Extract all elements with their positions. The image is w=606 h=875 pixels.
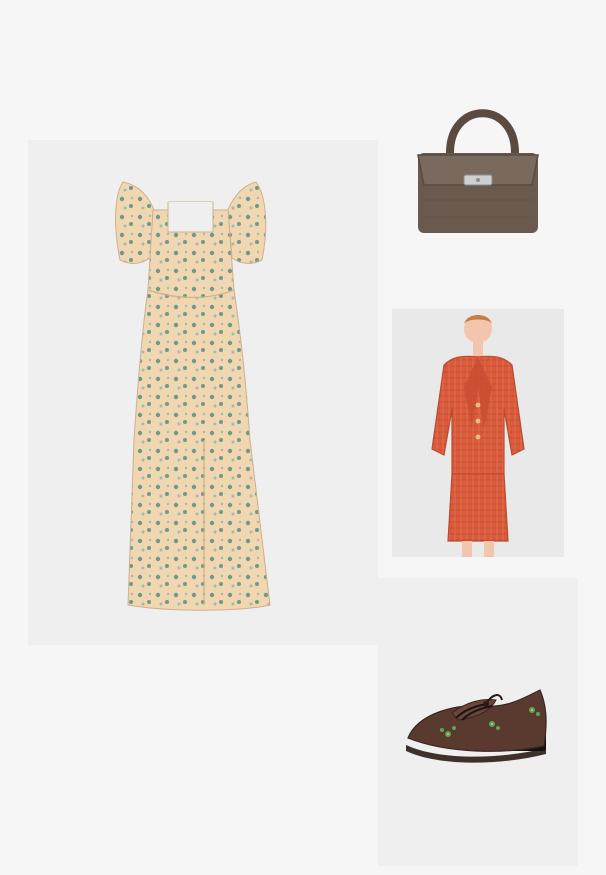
- brown-embroidered-loafer-icon: [406, 689, 547, 763]
- tweed-suit-product-tile[interactable]: [392, 309, 564, 557]
- red-tweed-skirt-suit-icon: [431, 315, 525, 557]
- loafer-product-tile[interactable]: [378, 578, 578, 866]
- floral-midi-dress-icon: [115, 181, 271, 611]
- outfit-board: [0, 0, 606, 875]
- handbag-product-tile[interactable]: [400, 95, 560, 255]
- dress-product-tile[interactable]: [28, 140, 378, 645]
- brown-top-handle-handbag-icon: [417, 109, 539, 233]
